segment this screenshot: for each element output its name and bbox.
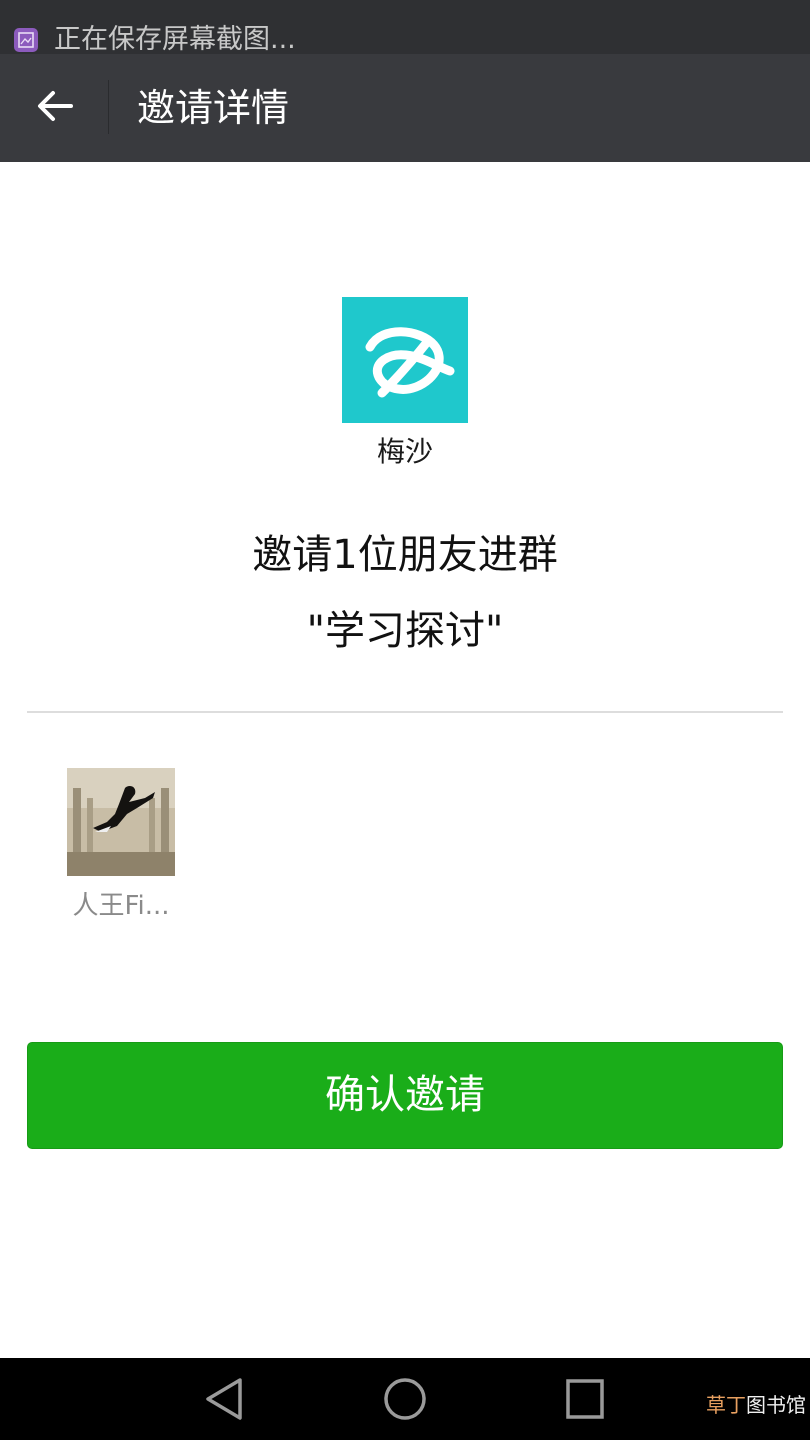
square-recents-icon[interactable] [564,1376,606,1426]
system-nav-bar [0,1358,810,1440]
divider [27,711,783,713]
watermark-highlight: 草丁 [706,1393,746,1417]
invite-message: 邀请1位朋友进群 [252,532,558,578]
notification-text: 正在保存屏幕截图... [54,24,296,55]
nav-bar: 邀请详情 [0,54,810,162]
back-button[interactable] [20,78,90,138]
confirm-invite-button[interactable]: 确认邀请 [27,1042,783,1149]
watermark-rest: 图书馆 [746,1393,806,1417]
member-name: 人王Fi... [72,891,170,921]
inviter-name: 梅沙 [376,435,433,468]
group-avatar [342,297,468,423]
knot-logo-icon [342,327,468,427]
status-bar: 正在保存屏幕截图... [0,0,810,55]
member-avatar[interactable] [67,768,175,876]
screenshot-icon [14,28,38,52]
watermark: 草丁图书馆 [706,1392,806,1418]
back-arrow-icon [35,88,75,128]
circle-home-icon[interactable] [382,1376,428,1426]
triangle-back-icon[interactable] [202,1376,246,1426]
group-name: "学习探讨" [306,608,504,654]
page-title: 邀请详情 [137,86,290,130]
nav-divider [108,80,109,134]
